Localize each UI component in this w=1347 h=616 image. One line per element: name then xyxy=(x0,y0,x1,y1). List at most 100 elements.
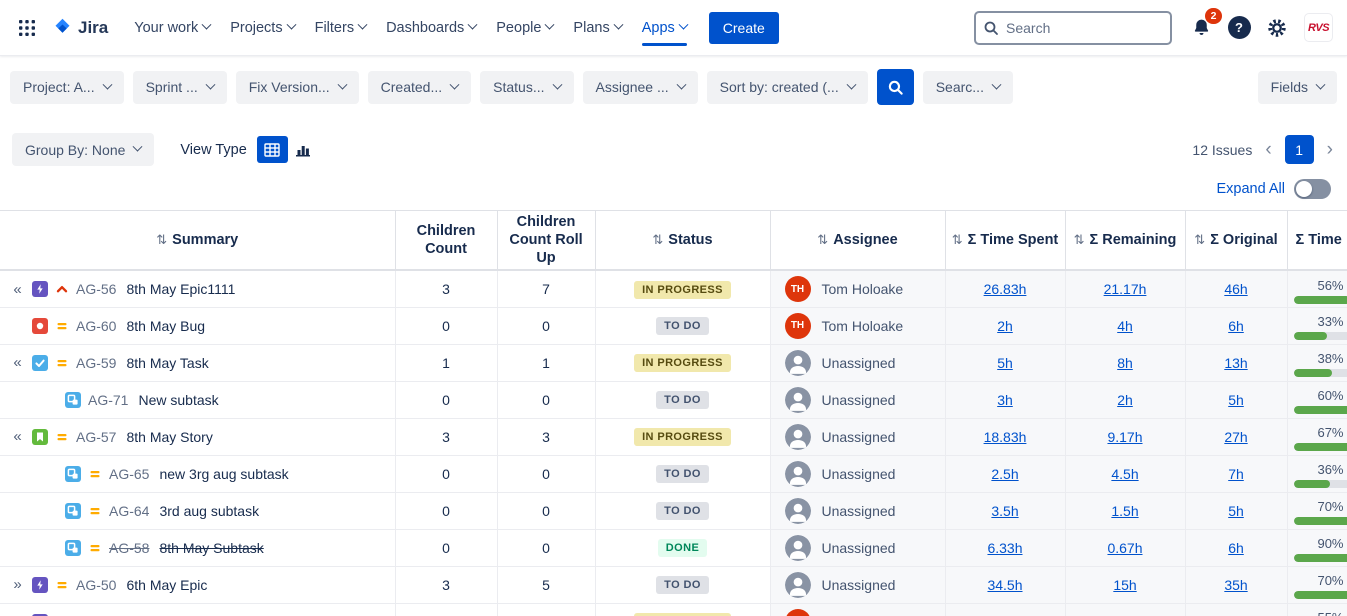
remaining-link[interactable]: 21.17h xyxy=(1104,281,1147,297)
nav-item-dashboards[interactable]: Dashboards xyxy=(378,10,484,46)
group-by-button[interactable]: Group By: None xyxy=(12,133,154,166)
original-link[interactable]: 6h xyxy=(1228,318,1244,334)
issue-key-link[interactable]: AG-56 xyxy=(76,281,116,297)
original-link[interactable]: 5h xyxy=(1228,392,1244,408)
col-header-summary[interactable]: ⇅Summary xyxy=(0,211,395,271)
remaining-link[interactable]: 4h xyxy=(1117,318,1133,334)
col-header-status[interactable]: ⇅Status xyxy=(595,211,770,271)
filter-fix-version[interactable]: Fix Version... xyxy=(236,71,359,104)
col-header-original[interactable]: ⇅Σ Original xyxy=(1185,211,1287,271)
issue-key-link[interactable]: AG-50 xyxy=(76,577,116,593)
nav-item-filters[interactable]: Filters xyxy=(307,10,374,46)
time-spent-link[interactable]: 3h xyxy=(997,392,1013,408)
collapse-row-icon[interactable]: « xyxy=(10,354,25,371)
apply-search-button[interactable] xyxy=(877,69,914,105)
original-link[interactable]: 35h xyxy=(1224,577,1247,593)
col-header-time-spent[interactable]: ⇅Σ Time Spent xyxy=(945,211,1065,271)
issue-key-link[interactable]: AG-65 xyxy=(109,466,149,482)
issue-key-link[interactable]: AG-57 xyxy=(76,429,116,445)
original-link[interactable]: 7h xyxy=(1228,466,1244,482)
original-link[interactable]: 6h xyxy=(1228,540,1244,556)
time-tracking-bar xyxy=(1294,443,1347,451)
time-spent-link[interactable]: 34.5h xyxy=(987,577,1022,593)
expand-all-link[interactable]: Expand All xyxy=(1216,181,1285,197)
fields-button[interactable]: Fields xyxy=(1258,71,1337,104)
collapse-row-icon[interactable]: « xyxy=(10,428,25,445)
filter-project[interactable]: Project: A... xyxy=(10,71,124,104)
original-cell: 46h xyxy=(1185,270,1287,307)
settings-gear-icon[interactable] xyxy=(1260,11,1294,45)
filter-search-text[interactable]: Searc... xyxy=(923,71,1013,104)
help-icon[interactable]: ? xyxy=(1222,11,1256,45)
original-link[interactable]: 27h xyxy=(1224,429,1247,445)
original-link[interactable]: 13h xyxy=(1224,355,1247,371)
col-header-label: Assignee xyxy=(833,232,897,248)
filter-created[interactable]: Created... xyxy=(368,71,471,104)
time-spent-link[interactable]: 26.83h xyxy=(984,281,1027,297)
issue-key-link[interactable]: AG-71 xyxy=(88,392,128,408)
children-count-cell: 1 xyxy=(395,344,497,381)
filter-assignee[interactable]: Assignee ... xyxy=(583,71,698,104)
col-header-children-count: Children Count xyxy=(395,211,497,271)
nav-item-apps[interactable]: Apps xyxy=(634,10,695,46)
priority-medium-icon xyxy=(55,319,69,333)
time-spent-link[interactable]: 2h xyxy=(997,318,1013,334)
time-tracking-bar xyxy=(1294,554,1347,562)
issue-key-link[interactable]: AG-58 xyxy=(109,540,149,556)
time-spent-link[interactable]: 18.83h xyxy=(984,429,1027,445)
time-spent-link[interactable]: 5h xyxy=(997,355,1013,371)
issue-summary: New subtask xyxy=(138,392,218,408)
remaining-link[interactable]: 15h xyxy=(1113,577,1136,593)
filter-label: Assignee ... xyxy=(596,79,669,95)
jira-logo[interactable]: Jira xyxy=(52,17,108,38)
original-link[interactable]: 46h xyxy=(1224,281,1247,297)
priority-highest-icon xyxy=(55,282,69,296)
time-tracking-percent: 38% xyxy=(1294,352,1344,367)
nav-item-projects[interactable]: Projects xyxy=(222,10,302,46)
time-spent-link[interactable]: 6.33h xyxy=(987,540,1022,556)
collapse-row-icon[interactable]: « xyxy=(10,281,25,298)
filter-status[interactable]: Status... xyxy=(480,71,573,104)
expand-all-toggle[interactable] xyxy=(1294,179,1331,199)
status-badge: TO DO xyxy=(656,317,709,335)
remaining-link[interactable]: 8h xyxy=(1117,355,1133,371)
original-link[interactable]: 5h xyxy=(1228,503,1244,519)
time-spent-link[interactable]: 3.5h xyxy=(991,503,1018,519)
chart-view-button[interactable] xyxy=(288,136,319,163)
col-header-label: Σ Remaining xyxy=(1090,232,1177,248)
filter-sort-by[interactable]: Sort by: created (... xyxy=(707,71,868,104)
user-avatar[interactable]: RVS xyxy=(1304,13,1333,42)
page-next-icon[interactable]: › xyxy=(1325,140,1335,159)
remaining-link[interactable]: 1.5h xyxy=(1111,503,1138,519)
children-rollup-cell: 0 xyxy=(497,307,595,344)
current-page-button[interactable]: 1 xyxy=(1285,135,1314,164)
remaining-link[interactable]: 0.67h xyxy=(1107,540,1142,556)
col-header-label: Σ Time xyxy=(1296,232,1342,248)
page-previous-icon[interactable]: ‹ xyxy=(1263,140,1273,159)
col-header-remaining[interactable]: ⇅Σ Remaining xyxy=(1065,211,1185,271)
nav-item-plans[interactable]: Plans xyxy=(565,10,629,46)
filter-sprint[interactable]: Sprint ... xyxy=(133,71,227,104)
remaining-link[interactable]: 9.17h xyxy=(1107,429,1142,445)
time-spent-cell: 6.33h xyxy=(945,529,1065,566)
remaining-link[interactable]: 2h xyxy=(1117,392,1133,408)
app-switcher-icon[interactable] xyxy=(10,11,44,45)
table-view-button[interactable] xyxy=(257,136,288,163)
time-spent-link[interactable]: 2.5h xyxy=(991,466,1018,482)
create-button[interactable]: Create xyxy=(709,12,779,44)
issue-key-link[interactable]: AG-60 xyxy=(76,318,116,334)
search-icon xyxy=(983,20,999,36)
filter-label: Project: A... xyxy=(23,79,95,95)
issue-key-link[interactable]: AG-64 xyxy=(109,503,149,519)
original-cell: 7h xyxy=(1185,455,1287,492)
issue-type-subtask-icon xyxy=(65,503,81,519)
remaining-link[interactable]: 4.5h xyxy=(1111,466,1138,482)
search-input[interactable] xyxy=(974,11,1172,45)
issue-key-link[interactable]: AG-59 xyxy=(76,355,116,371)
issue-row: AG-608th May Bug00TO DOTHTom Holoake2h4h… xyxy=(0,307,1347,344)
nav-item-your-work[interactable]: Your work xyxy=(126,10,218,46)
col-header-assignee[interactable]: ⇅Assignee xyxy=(770,211,945,271)
nav-item-people[interactable]: People xyxy=(488,10,561,46)
expand-row-icon[interactable]: » xyxy=(10,576,25,593)
notifications-bell-icon[interactable]: 2 xyxy=(1184,11,1218,45)
